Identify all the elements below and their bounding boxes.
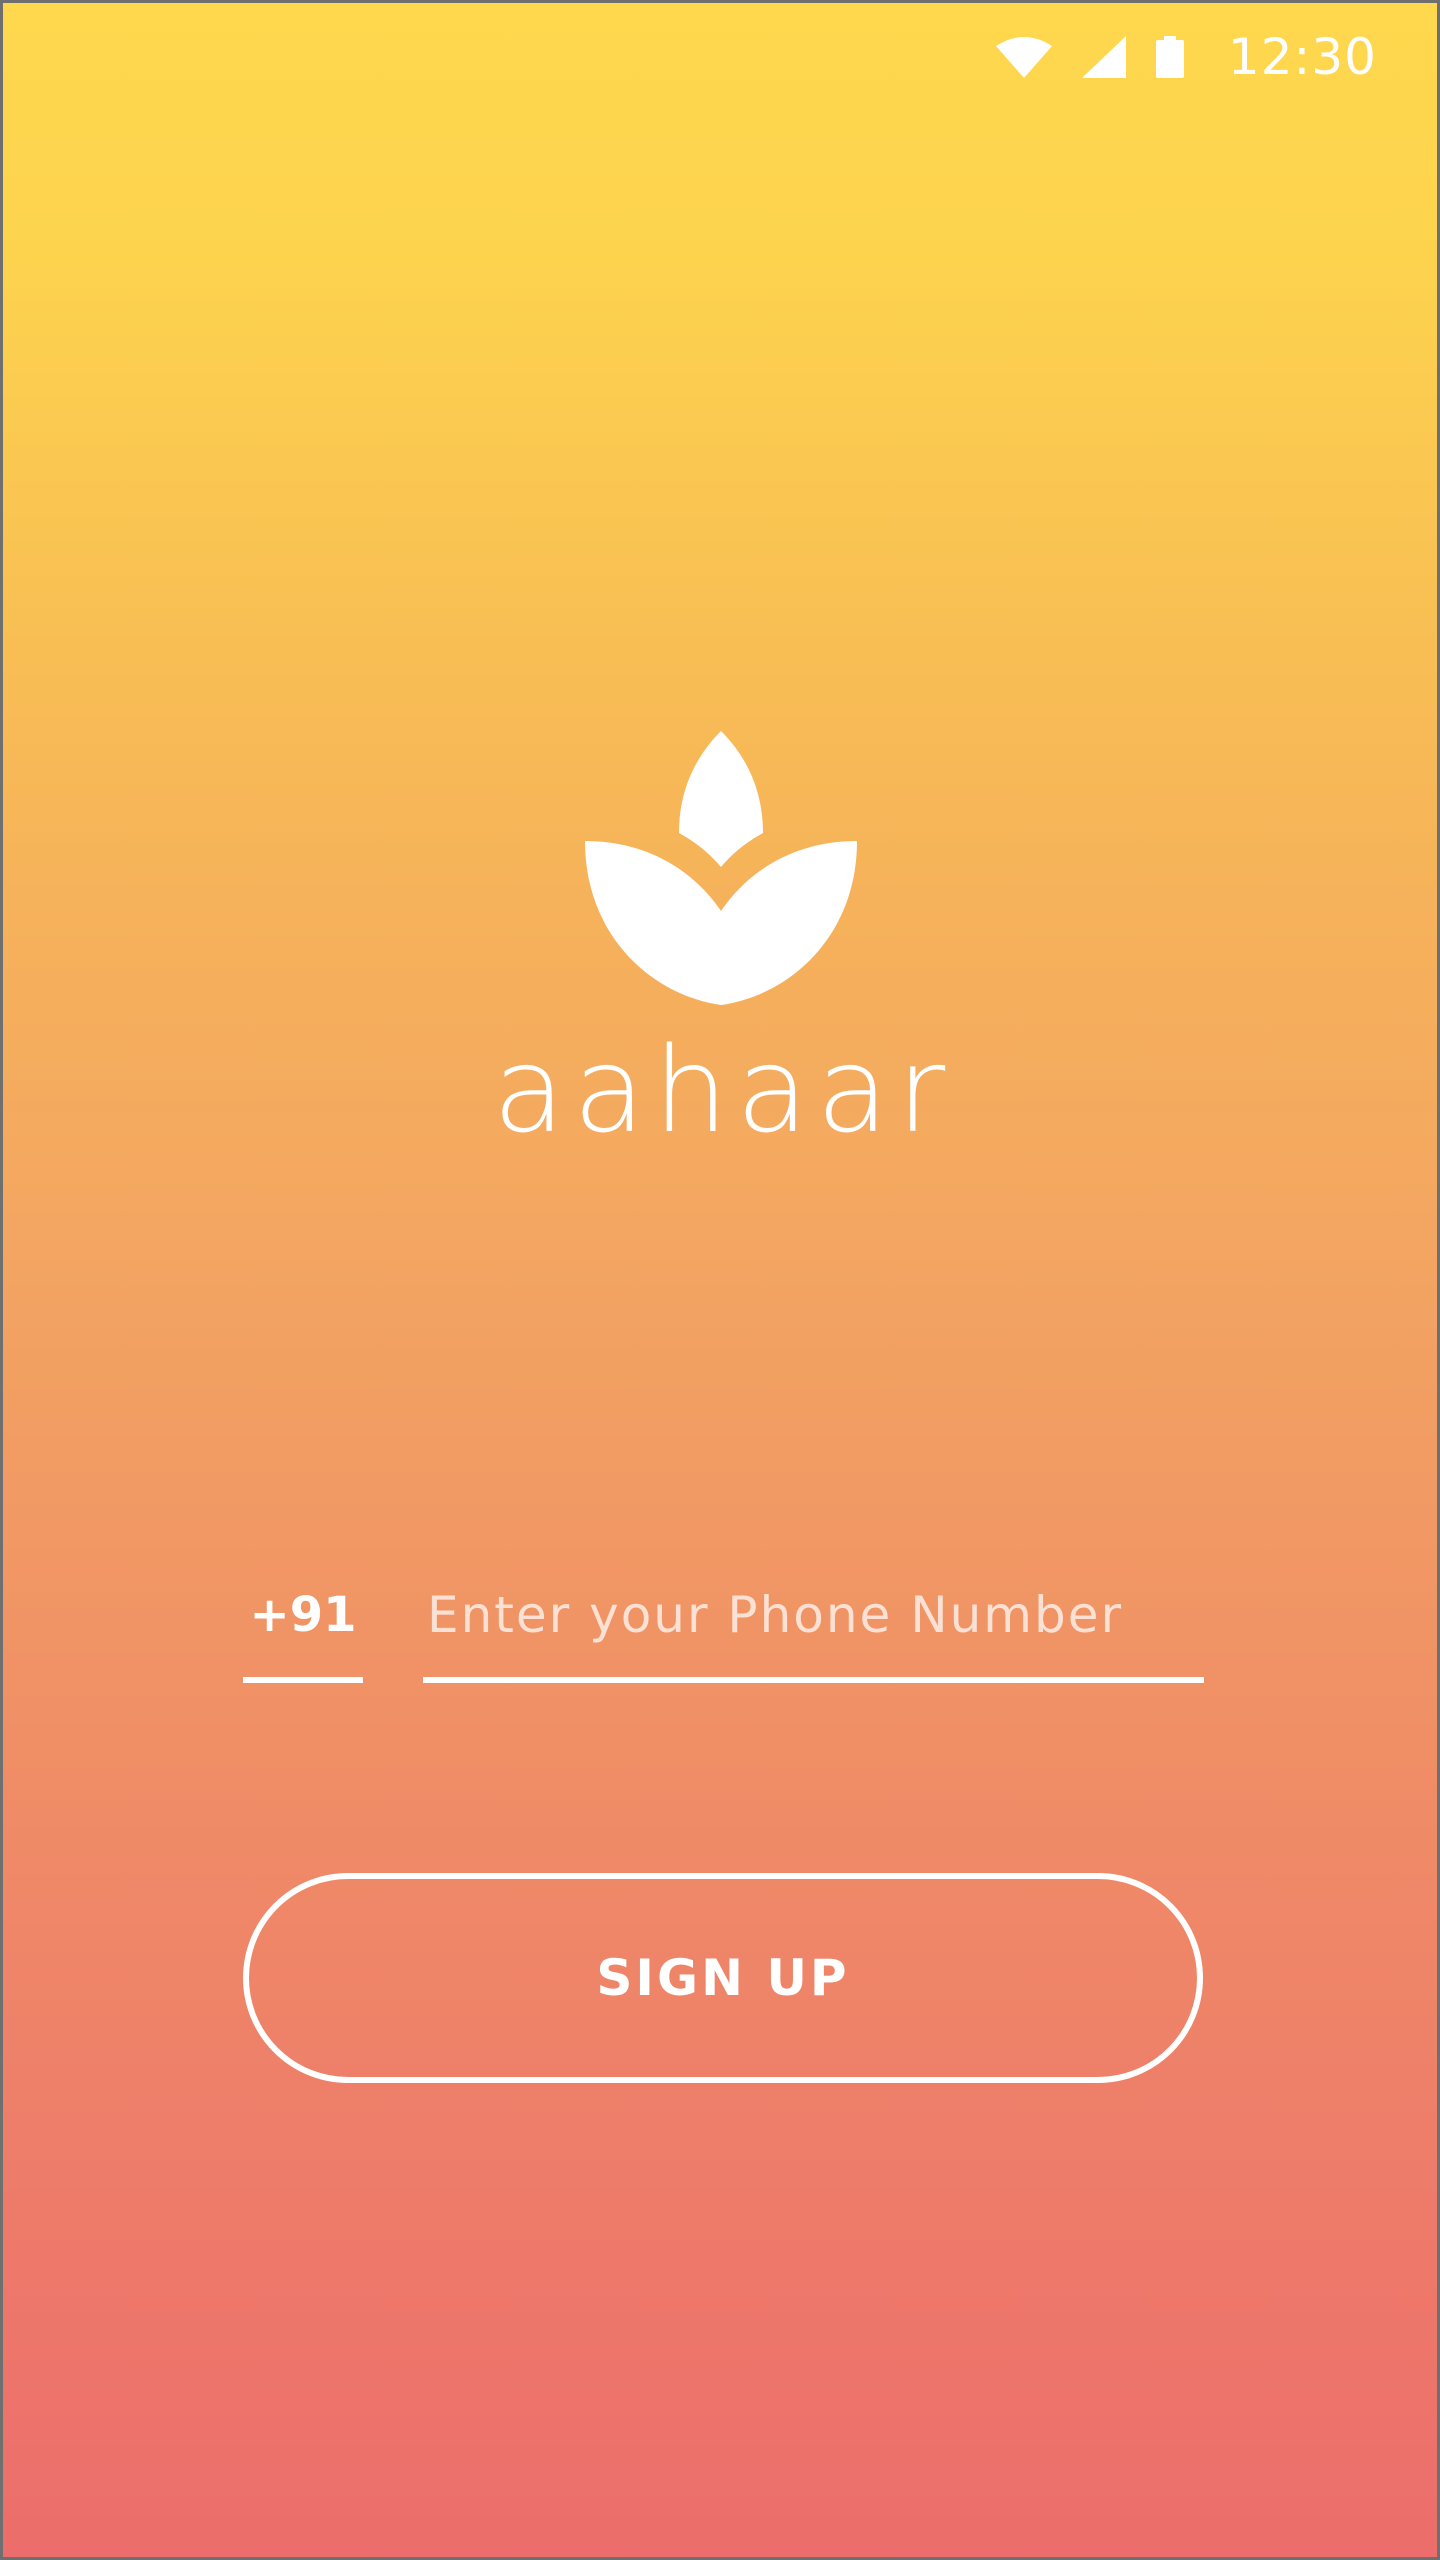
app-name: aahaar bbox=[492, 1021, 954, 1159]
cellular-signal-icon bbox=[1081, 36, 1126, 78]
country-code-label: +91 bbox=[249, 1587, 357, 1643]
clock: 12:30 bbox=[1227, 28, 1377, 86]
status-bar: 12:30 bbox=[995, 27, 1377, 87]
phone-number-input[interactable] bbox=[423, 1579, 1204, 1651]
country-code-selector[interactable]: +91 bbox=[243, 1579, 363, 1683]
battery-icon bbox=[1155, 36, 1184, 78]
sign-up-button[interactable]: SIGN UP bbox=[243, 1873, 1203, 2083]
sign-up-screen: 12:30 aahaar +91 SIGN UP bbox=[0, 0, 1440, 2560]
phone-number-field bbox=[423, 1579, 1204, 1683]
wifi-icon bbox=[995, 36, 1052, 78]
lotus-leaf-icon bbox=[583, 729, 859, 1005]
